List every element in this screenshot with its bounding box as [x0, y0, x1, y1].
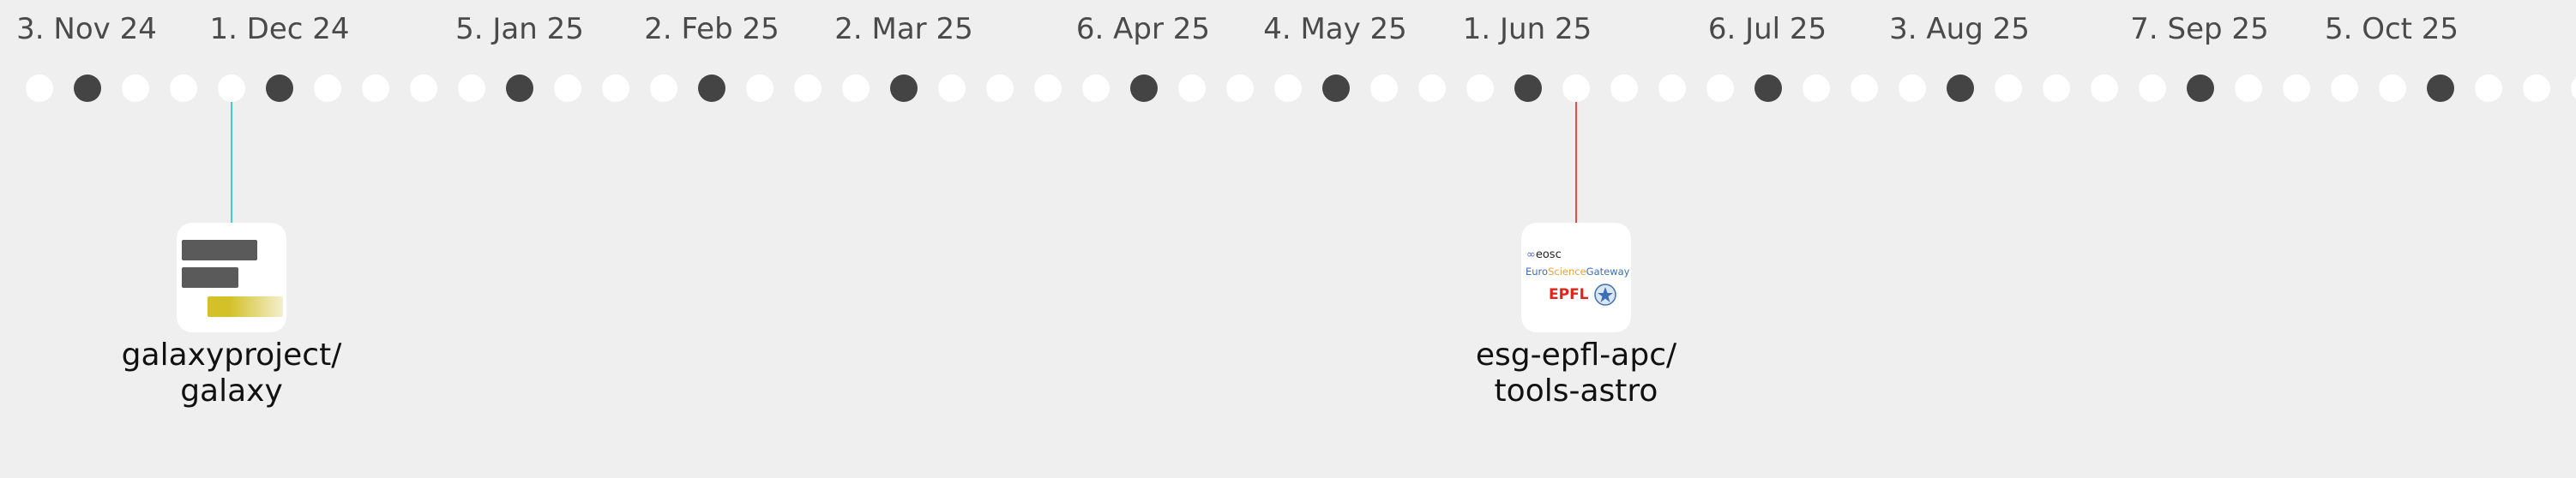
logo-bar	[182, 240, 257, 260]
date-label: 2. Mar 25	[834, 12, 973, 46]
timeline-dot	[1562, 75, 1590, 102]
date-label: 6. Apr 25	[1075, 12, 1211, 46]
eosc-mark: ∞eosc	[1526, 248, 1562, 261]
timeline-dot	[2283, 75, 2310, 102]
project-repo: galaxy	[180, 373, 283, 409]
timeline-dot-marker	[506, 75, 533, 102]
timeline-dot	[1226, 75, 1254, 102]
timeline-dot	[170, 75, 197, 102]
timeline-dot	[1706, 75, 1734, 102]
timeline-dot	[1851, 75, 1878, 102]
project-owner: esg-epfl-apc/	[1475, 338, 1677, 373]
epfl-wordmark: EPFL	[1549, 286, 1589, 303]
timeline-dot-marker	[698, 75, 725, 102]
timeline-dot	[794, 75, 822, 102]
project-stem	[231, 102, 232, 223]
timeline-dot	[1418, 75, 1446, 102]
eosc-icon: ∞	[1526, 248, 1536, 261]
logo-bar	[182, 267, 238, 288]
timeline-dot	[2475, 75, 2502, 102]
timeline-dot	[2235, 75, 2262, 102]
timeline-dot	[1082, 75, 1110, 102]
date-label: 3. Nov 24	[16, 12, 157, 46]
project-label[interactable]: galaxyproject/ galaxy	[122, 338, 342, 409]
eosc-epfl-logo-icon[interactable]: ∞eosc EuroScienceGateway EPFL	[1521, 223, 1631, 332]
timeline-dot	[1370, 75, 1398, 102]
date-label: 1. Dec 24	[209, 12, 350, 46]
date-label: 1. Jun 25	[1462, 12, 1592, 46]
timeline-dot	[2091, 75, 2118, 102]
date-label: 3. Aug 25	[1889, 12, 2030, 46]
astro-emblem-icon	[1594, 284, 1616, 306]
timeline-dot-marker	[1514, 75, 1542, 102]
timeline-dot	[458, 75, 485, 102]
timeline-dot	[314, 75, 341, 102]
timeline-dot	[554, 75, 581, 102]
timeline-dot	[410, 75, 437, 102]
timeline-dot	[1274, 75, 1302, 102]
timeline: 3. Nov 24 1. Dec 24 5. Jan 25 2. Feb 25 2. M…	[0, 0, 2576, 478]
timeline-dot	[1658, 75, 1686, 102]
timeline-dot	[938, 75, 966, 102]
timeline-dot	[218, 75, 245, 102]
timeline-dot-marker	[890, 75, 918, 102]
galaxy-logo-icon[interactable]	[177, 223, 286, 332]
timeline-dot	[1466, 75, 1494, 102]
timeline-dot-marker	[1130, 75, 1158, 102]
timeline-dot	[2139, 75, 2166, 102]
timeline-dot-marker	[2427, 75, 2454, 102]
date-label: 5. Oct 25	[2324, 12, 2459, 46]
timeline-dot	[1034, 75, 1062, 102]
logo-bar	[208, 296, 283, 317]
timeline-dot	[650, 75, 677, 102]
timeline-dot	[746, 75, 773, 102]
timeline-dot	[842, 75, 870, 102]
timeline-dot	[602, 75, 629, 102]
timeline-dot	[1178, 75, 1206, 102]
timeline-dot	[122, 75, 149, 102]
date-label: 4. May 25	[1263, 12, 1407, 46]
timeline-dot	[26, 75, 53, 102]
timeline-dot-marker	[266, 75, 293, 102]
gateway-wordmark: EuroScienceGateway	[1526, 266, 1630, 278]
timeline-dot-marker	[74, 75, 101, 102]
timeline-dot	[2331, 75, 2358, 102]
project-label[interactable]: esg-epfl-apc/ tools-astro	[1476, 338, 1676, 409]
timeline-dot	[2523, 75, 2550, 102]
project-stem	[1575, 102, 1577, 223]
timeline-dot	[2379, 75, 2406, 102]
date-label: 6. Jul 25	[1707, 12, 1827, 46]
timeline-dot	[1995, 75, 2022, 102]
timeline-dot-marker	[1322, 75, 1350, 102]
timeline-dot-marker	[1947, 75, 1974, 102]
timeline-dot	[2043, 75, 2070, 102]
timeline-dot	[362, 75, 389, 102]
timeline-dot	[2571, 75, 2576, 102]
timeline-dot	[1610, 75, 1638, 102]
timeline-dot	[1899, 75, 1926, 102]
project-repo: tools-astro	[1494, 373, 1658, 409]
date-label: 7. Sep 25	[2130, 12, 2269, 46]
date-label: 2. Feb 25	[644, 12, 779, 46]
timeline-dot-marker	[1754, 75, 1782, 102]
timeline-dot-marker	[2187, 75, 2214, 102]
project-owner: galaxyproject/	[121, 338, 342, 373]
timeline-dot	[986, 75, 1014, 102]
timeline-dot	[1803, 75, 1830, 102]
date-label: 5. Jan 25	[455, 12, 584, 46]
